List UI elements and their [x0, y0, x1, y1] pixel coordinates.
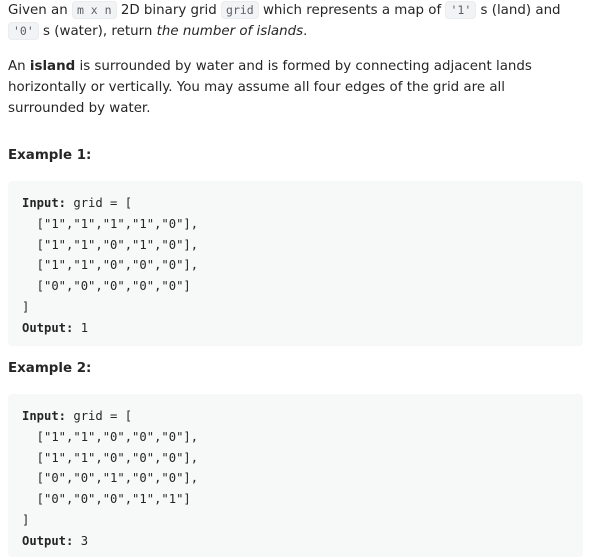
- intro-text: which represents a map of: [258, 3, 446, 18]
- intro-text: s (land) and: [476, 3, 561, 18]
- example-2-code-block: Input: grid = [ ["1","1","0","0","0"], […: [8, 394, 583, 557]
- example-2-title: Example 2:: [8, 361, 92, 376]
- grid-row: ["1","1","1","1","0"],: [22, 216, 199, 231]
- island-term: island: [29, 59, 76, 74]
- example-1-code-block: Input: grid = [ ["1","1","1","1","0"], […: [8, 181, 583, 346]
- inline-code-one: '1': [445, 1, 477, 19]
- grid-row: ["0","0","0","0","0"]: [22, 279, 191, 294]
- grid-row: ["1","1","0","1","0"],: [22, 237, 199, 252]
- example-output-line: Output: 1: [22, 318, 569, 339]
- intro-text: Given an: [8, 3, 72, 18]
- input-head: grid = [: [66, 409, 133, 423]
- output-label: Output:: [22, 533, 74, 548]
- example-input-line: Input: grid = [: [22, 193, 569, 214]
- input-head: grid = [: [66, 196, 133, 210]
- example-input-line: Input: grid = [: [22, 406, 569, 427]
- island-definition-paragraph: An island is surrounded by water and is …: [8, 56, 584, 119]
- intro-paragraph: Given an m x n 2D binary grid grid which…: [8, 0, 584, 42]
- input-label: Input:: [22, 409, 67, 423]
- emphasis-text: the number of islands: [156, 24, 304, 39]
- grid-row: ["1","1","0","0","0"],: [22, 450, 199, 465]
- example-output-line: Output: 3: [22, 531, 569, 552]
- output-value: 1: [73, 320, 89, 335]
- grid-row: ["1","1","0","0","0"],: [22, 429, 199, 444]
- inline-code-dimensions: m x n: [71, 1, 117, 19]
- grid-row: ["1","1","0","0","0"],: [22, 258, 199, 273]
- example-1-title: Example 1:: [8, 148, 92, 163]
- intro-text: .: [303, 24, 308, 39]
- inline-code-grid: grid: [221, 1, 259, 19]
- grid-close: ]: [22, 512, 30, 527]
- intro-text: 2D binary grid: [116, 3, 222, 18]
- output-label: Output:: [22, 320, 74, 335]
- definition-text: An: [8, 59, 30, 74]
- input-label: Input:: [22, 196, 67, 210]
- output-value: 3: [73, 533, 89, 548]
- grid-row: ["0","0","0","1","1"]: [22, 492, 191, 507]
- grid-close: ]: [22, 299, 30, 314]
- definition-text: is surrounded by water and is formed by …: [8, 59, 532, 116]
- grid-row: ["0","0","1","0","0"],: [22, 471, 199, 486]
- intro-text: s (water), return: [38, 24, 157, 39]
- inline-code-zero: '0': [8, 22, 39, 40]
